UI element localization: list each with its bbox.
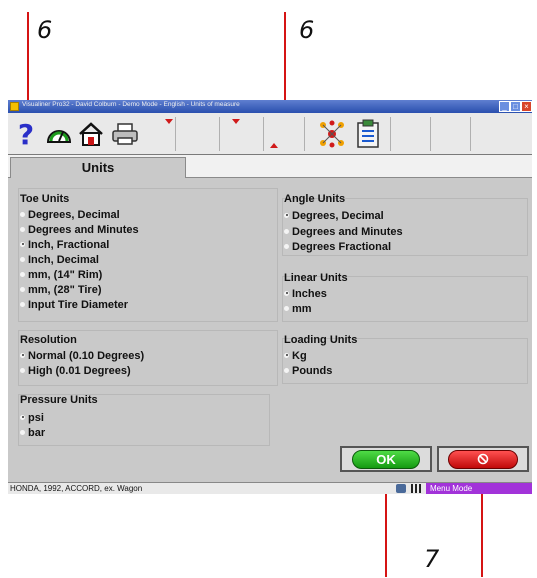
radio-icon <box>20 429 25 435</box>
loading-units-title: Loading Units <box>284 334 358 346</box>
tab-units[interactable]: Units <box>10 157 186 178</box>
network-button[interactable] <box>316 117 348 151</box>
radio-icon <box>20 271 25 277</box>
radio-selected-icon <box>20 414 25 420</box>
units-panel: Toe Units Degrees, Decimal Degrees and M… <box>8 178 532 482</box>
network-icon <box>320 120 344 148</box>
toe-option-degrees-decimal[interactable]: Degrees, Decimal <box>20 208 120 222</box>
angle-option-degrees-minutes[interactable]: Degrees and Minutes <box>284 225 403 239</box>
indicator-mark <box>270 143 278 148</box>
toolbar-divider <box>304 117 305 151</box>
vehicle-status: HONDA, 1992, ACCORD, ex. Wagon <box>10 484 143 493</box>
operator-icon <box>396 484 406 493</box>
radio-icon <box>284 367 289 373</box>
gauge-button[interactable] <box>43 117 75 151</box>
angle-units-title: Angle Units <box>284 193 346 205</box>
toolbar-divider <box>470 117 471 151</box>
gauge-icon <box>46 130 72 143</box>
toolbar-divider <box>263 117 264 151</box>
toe-option-mm-tire[interactable]: mm, (28" Tire) <box>20 283 101 297</box>
toolbar: ? <box>8 113 532 155</box>
home-button[interactable] <box>75 117 107 151</box>
loading-option-pounds[interactable]: Pounds <box>284 364 332 378</box>
app-icon <box>10 102 19 111</box>
help-icon: ? <box>17 117 35 151</box>
callout-label-6-right: 6 <box>299 16 315 44</box>
radio-icon <box>284 243 289 249</box>
toe-option-degrees-minutes[interactable]: Degrees and Minutes <box>20 223 139 237</box>
radio-selected-icon <box>284 352 289 358</box>
ok-button[interactable]: OK <box>340 446 432 472</box>
window-title: Visualiner Pro32 - David Colburn - Demo … <box>22 101 240 108</box>
radio-selected-icon <box>284 212 289 218</box>
toolbar-divider <box>175 117 176 151</box>
callout-label-7: 7 <box>424 545 440 573</box>
indicator-mark <box>232 119 240 124</box>
maximize-icon[interactable]: □ <box>510 101 521 112</box>
toe-option-inch-decimal[interactable]: Inch, Decimal <box>20 253 99 267</box>
close-icon[interactable]: × <box>521 101 532 112</box>
help-button[interactable]: ? <box>10 117 42 151</box>
radio-selected-icon <box>284 290 289 296</box>
tab-strip: Units <box>8 155 532 178</box>
resolution-option-high[interactable]: High (0.01 Degrees) <box>20 364 131 378</box>
angle-option-degrees-fractional[interactable]: Degrees Fractional <box>284 240 391 254</box>
minimize-icon[interactable]: _ <box>499 101 510 112</box>
toolbar-divider <box>430 117 431 151</box>
radio-icon <box>20 256 25 262</box>
linear-option-inches[interactable]: Inches <box>284 287 327 301</box>
radio-icon <box>20 301 25 307</box>
radio-icon <box>20 286 25 292</box>
resolution-option-normal[interactable]: Normal (0.10 Degrees) <box>20 349 144 363</box>
radio-selected-icon <box>20 241 25 247</box>
print-button[interactable] <box>109 117 141 151</box>
resolution-title: Resolution <box>20 334 77 346</box>
clipboard-icon <box>357 119 379 148</box>
radio-icon <box>284 305 289 311</box>
clipboard-button[interactable] <box>352 117 384 151</box>
linear-units-title: Linear Units <box>284 272 348 284</box>
radio-icon <box>20 367 25 373</box>
radio-icon <box>20 226 25 232</box>
toe-units-title: Toe Units <box>20 193 70 205</box>
no-entry-icon <box>477 453 489 465</box>
radio-icon <box>284 228 289 234</box>
status-bar: HONDA, 1992, ACCORD, ex. Wagon Menu Mode <box>8 482 532 494</box>
callout-label-6-left: 6 <box>37 16 53 44</box>
pressure-units-title: Pressure Units <box>20 394 98 406</box>
pressure-option-bar[interactable]: bar <box>20 426 45 440</box>
grid-icon <box>411 484 421 493</box>
printer-icon <box>112 123 138 145</box>
radio-icon <box>20 211 25 217</box>
linear-option-mm[interactable]: mm <box>284 302 312 316</box>
toolbar-divider <box>390 117 391 151</box>
mode-indicator: Menu Mode <box>426 483 532 494</box>
toe-option-inch-fractional[interactable]: Inch, Fractional <box>20 238 109 252</box>
angle-option-degrees-decimal[interactable]: Degrees, Decimal <box>284 209 384 223</box>
toolbar-divider <box>219 117 220 151</box>
home-icon <box>79 122 103 146</box>
toe-option-mm-rim[interactable]: mm, (14" Rim) <box>20 268 102 282</box>
cancel-button[interactable] <box>437 446 529 472</box>
indicator-mark <box>165 119 173 124</box>
loading-option-kg[interactable]: Kg <box>284 349 307 363</box>
app-window: Visualiner Pro32 - David Colburn - Demo … <box>8 100 532 494</box>
pressure-option-psi[interactable]: psi <box>20 411 44 425</box>
toe-option-tire-diameter[interactable]: Input Tire Diameter <box>20 298 128 312</box>
radio-selected-icon <box>20 352 25 358</box>
ok-label: OK <box>352 449 420 469</box>
title-bar[interactable]: Visualiner Pro32 - David Colburn - Demo … <box>8 100 532 113</box>
